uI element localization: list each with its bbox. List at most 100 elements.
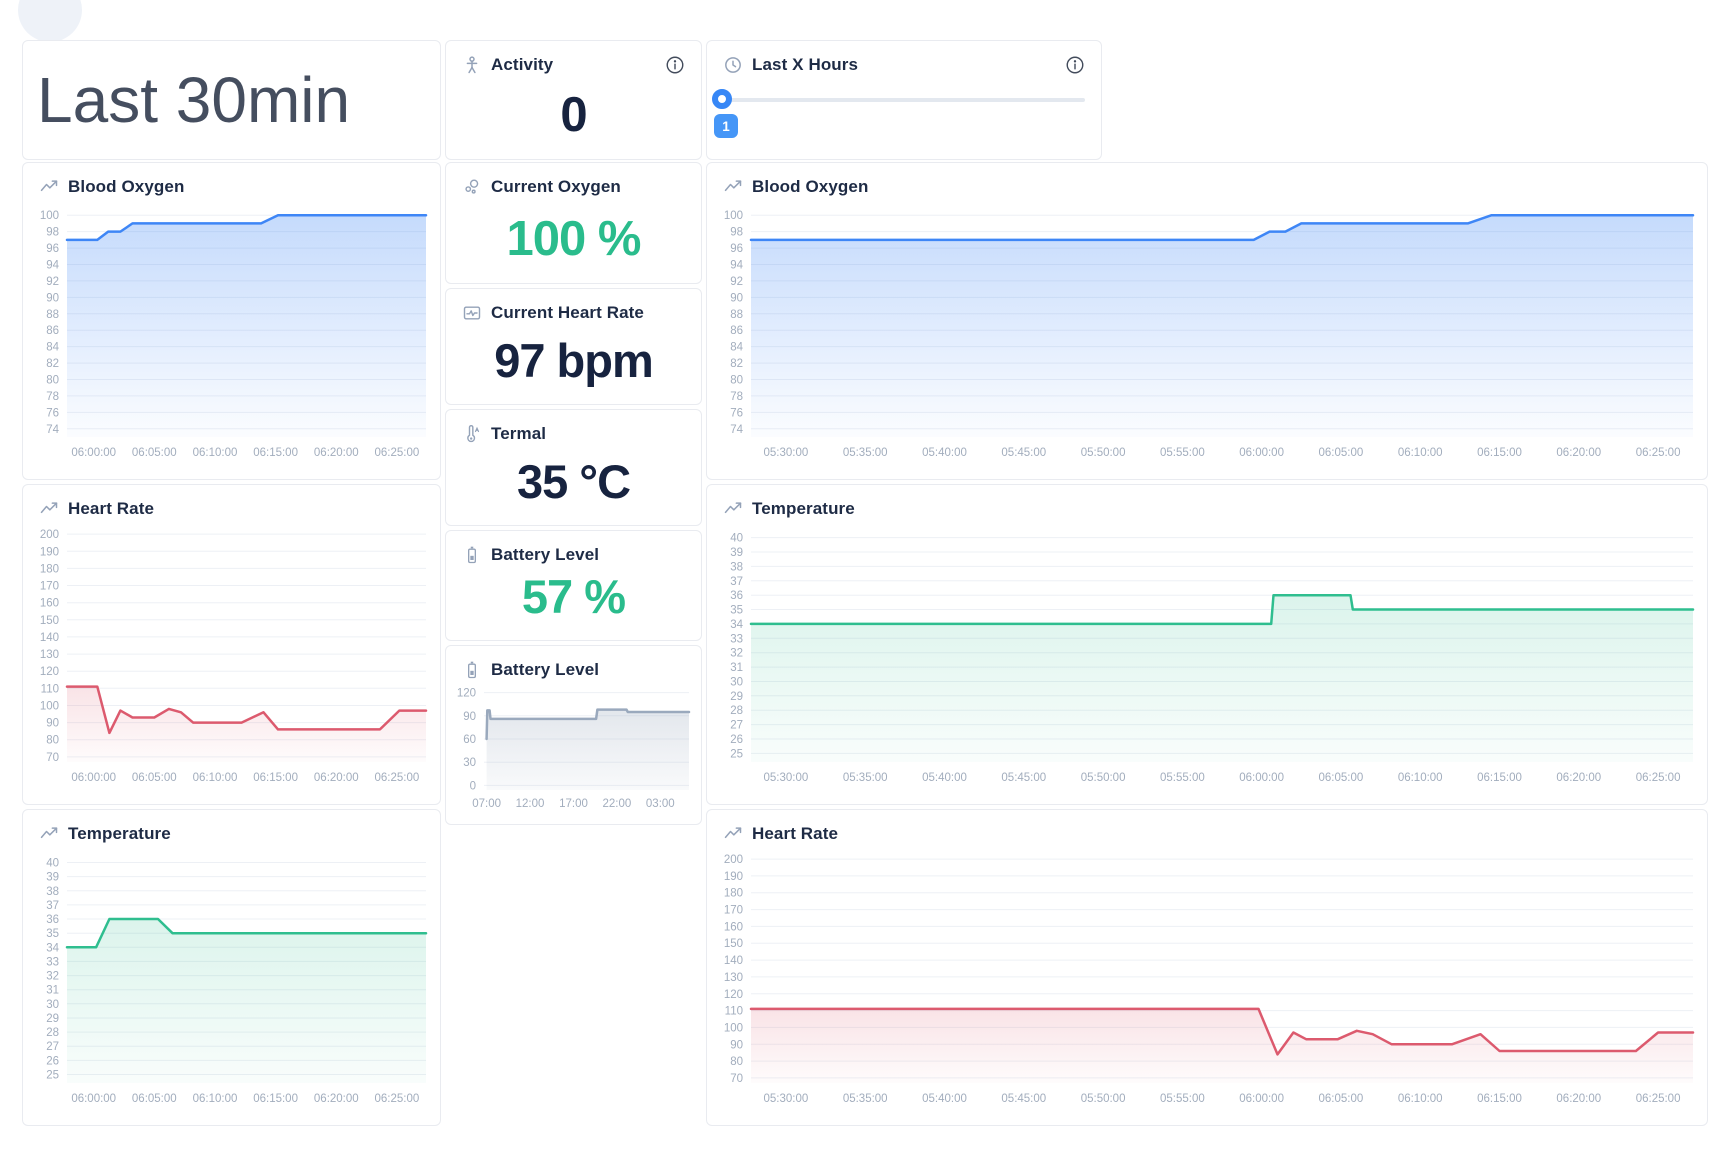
svg-text:06:10:00: 06:10:00 <box>193 772 238 784</box>
svg-text:06:25:00: 06:25:00 <box>375 447 420 459</box>
current-heart-rate-value: 97 bpm <box>446 333 701 404</box>
svg-text:40: 40 <box>46 858 59 870</box>
svg-text:29: 29 <box>730 691 743 703</box>
battery-history-card: Battery Level 120906030007:0012:0017:002… <box>445 645 702 825</box>
chart-title: Battery Level <box>491 660 599 680</box>
temperature-30min-chart: 4039383736353433323130292827262506:00:00… <box>23 848 440 1109</box>
clock-icon <box>723 55 743 75</box>
heart-rate-30min-chart: 2001901801701601501401301201101009080700… <box>23 523 440 788</box>
decorative-circle <box>18 0 82 42</box>
info-icon[interactable] <box>665 55 685 75</box>
svg-text:70: 70 <box>46 752 59 764</box>
svg-text:90: 90 <box>46 292 59 304</box>
current-heart-rate-label: Current Heart Rate <box>491 303 644 323</box>
termal-label: Termal <box>491 424 546 444</box>
svg-text:06:10:00: 06:10:00 <box>1398 1093 1443 1105</box>
svg-text:96: 96 <box>46 243 59 255</box>
svg-text:05:50:00: 05:50:00 <box>1081 447 1126 459</box>
svg-text:05:35:00: 05:35:00 <box>843 447 888 459</box>
dashboard-page: Last 30min Activity 0 <box>0 0 1712 1168</box>
svg-text:33: 33 <box>46 956 59 968</box>
svg-text:74: 74 <box>730 424 743 436</box>
svg-text:27: 27 <box>730 720 743 732</box>
svg-text:06:15:00: 06:15:00 <box>1477 447 1522 459</box>
blood-oxygen-hours-chart: 1009896949290888684828078767405:30:0005:… <box>707 201 1707 463</box>
svg-text:06:25:00: 06:25:00 <box>375 772 420 784</box>
svg-text:27: 27 <box>46 1041 59 1053</box>
current-oxygen-card: Current Oxygen 100 % <box>445 162 702 284</box>
battery-icon <box>462 545 482 565</box>
svg-text:30: 30 <box>463 757 476 769</box>
svg-text:34: 34 <box>46 942 59 954</box>
chart-title: Heart Rate <box>68 499 154 519</box>
svg-text:30: 30 <box>46 999 59 1011</box>
battery-level-label: Battery Level <box>491 545 599 565</box>
chart-title: Temperature <box>752 499 855 519</box>
svg-text:06:20:00: 06:20:00 <box>1556 772 1601 784</box>
svg-text:76: 76 <box>730 407 743 419</box>
info-icon[interactable] <box>1065 55 1085 75</box>
svg-text:86: 86 <box>730 325 743 337</box>
blood-oxygen-hours-card: Blood Oxygen 100989694929088868482807876… <box>706 162 1708 480</box>
battery-level-card: Battery Level 57 % <box>445 530 702 641</box>
svg-text:33: 33 <box>730 633 743 645</box>
svg-text:06:00:00: 06:00:00 <box>71 1093 116 1105</box>
svg-text:06:15:00: 06:15:00 <box>253 772 298 784</box>
svg-text:06:00:00: 06:00:00 <box>1239 447 1284 459</box>
svg-text:150: 150 <box>40 615 59 627</box>
svg-text:86: 86 <box>46 325 59 337</box>
svg-text:130: 130 <box>724 972 743 984</box>
svg-text:06:10:00: 06:10:00 <box>1398 447 1443 459</box>
svg-text:78: 78 <box>46 391 59 403</box>
svg-text:06:05:00: 06:05:00 <box>132 772 177 784</box>
svg-text:80: 80 <box>730 1056 743 1068</box>
svg-text:35: 35 <box>730 605 743 617</box>
svg-text:06:15:00: 06:15:00 <box>253 447 298 459</box>
slider-handle[interactable] <box>712 89 732 109</box>
svg-text:25: 25 <box>46 1070 59 1082</box>
svg-text:22:00: 22:00 <box>603 798 632 810</box>
svg-text:05:30:00: 05:30:00 <box>764 1093 809 1105</box>
svg-text:0: 0 <box>470 780 476 792</box>
svg-text:84: 84 <box>46 342 59 354</box>
svg-text:05:40:00: 05:40:00 <box>922 772 967 784</box>
svg-text:120: 120 <box>457 688 476 700</box>
blood-oxygen-30min-card: Blood Oxygen 100989694929088868482807876… <box>22 162 441 480</box>
oxygen-bubbles-icon <box>462 177 482 197</box>
chart-title: Blood Oxygen <box>68 177 184 197</box>
svg-text:06:20:00: 06:20:00 <box>314 772 359 784</box>
svg-text:06:05:00: 06:05:00 <box>1319 1093 1364 1105</box>
slider-track[interactable] <box>722 98 1085 102</box>
battery-icon <box>462 660 482 680</box>
svg-text:05:55:00: 05:55:00 <box>1160 1093 1205 1105</box>
svg-text:28: 28 <box>730 705 743 717</box>
svg-text:180: 180 <box>724 888 743 900</box>
svg-text:36: 36 <box>730 590 743 602</box>
line-chart-icon <box>723 824 743 844</box>
svg-text:06:25:00: 06:25:00 <box>1636 447 1681 459</box>
page-title: Last 30min <box>23 41 440 159</box>
temperature-hours-chart: 4039383736353433323130292827262505:30:00… <box>707 523 1707 788</box>
svg-text:92: 92 <box>46 276 59 288</box>
svg-text:37: 37 <box>730 576 743 588</box>
svg-text:05:55:00: 05:55:00 <box>1160 772 1205 784</box>
current-heart-rate-card: Current Heart Rate 97 bpm <box>445 288 702 405</box>
svg-text:06:25:00: 06:25:00 <box>1636 772 1681 784</box>
svg-text:39: 39 <box>46 872 59 884</box>
svg-text:06:20:00: 06:20:00 <box>314 1093 359 1105</box>
svg-text:90: 90 <box>730 292 743 304</box>
svg-text:06:20:00: 06:20:00 <box>1556 1093 1601 1105</box>
svg-text:12:00: 12:00 <box>516 798 545 810</box>
svg-text:140: 140 <box>40 632 59 644</box>
svg-text:90: 90 <box>730 1039 743 1051</box>
thermometer-icon <box>462 424 482 444</box>
temperature-30min-card: Temperature 4039383736353433323130292827… <box>22 809 441 1126</box>
svg-text:80: 80 <box>46 375 59 387</box>
svg-text:06:15:00: 06:15:00 <box>253 1093 298 1105</box>
svg-text:94: 94 <box>730 260 743 272</box>
svg-text:06:00:00: 06:00:00 <box>1239 1093 1284 1105</box>
svg-text:06:15:00: 06:15:00 <box>1477 772 1522 784</box>
activity-value: 0 <box>446 87 701 159</box>
svg-text:82: 82 <box>46 358 59 370</box>
svg-text:100: 100 <box>40 701 59 713</box>
